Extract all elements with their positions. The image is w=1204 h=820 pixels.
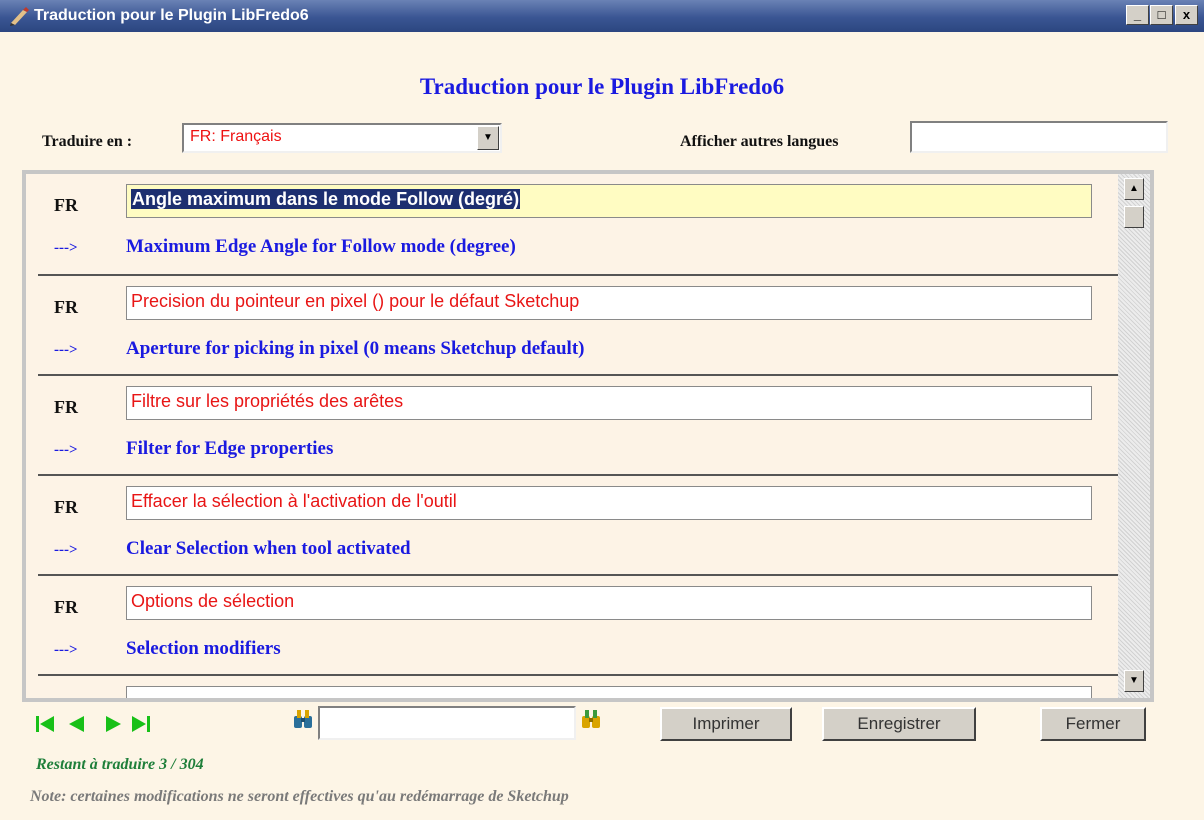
selected-text: Angle maximum dans le mode Follow (degré… (131, 189, 521, 209)
list-item: FR Effacer la sélection à l'activation d… (38, 474, 1118, 576)
enregistrer-button[interactable]: Enregistrer (822, 707, 976, 741)
page-title: Traduction pour le Plugin LibFredo6 (419, 74, 785, 99)
afficher-autres-langues-input[interactable] (910, 121, 1168, 153)
maximize-button[interactable]: □ (1150, 5, 1173, 25)
language-code: FR (54, 397, 78, 417)
chevron-down-icon[interactable]: ▼ (477, 126, 499, 150)
list-item (38, 674, 1118, 698)
binoculars-icon[interactable] (292, 708, 314, 730)
list-item: FR Filtre sur les propriétés des arêtes … (38, 374, 1118, 476)
window-title: Traduction pour le Plugin LibFredo6 (34, 7, 309, 24)
original-text: Aperture for picking in pixel (0 means S… (126, 338, 585, 359)
binoculars-icon[interactable] (580, 708, 602, 730)
list-item: FR Options de sélection ---> Selection m… (38, 574, 1118, 676)
close-button[interactable]: x (1175, 5, 1198, 25)
note-text: Note: certaines modifications ne seront … (30, 788, 569, 805)
afficher-label: Afficher autres langues (680, 133, 839, 150)
language-code: FR (54, 195, 78, 215)
language-code: FR (54, 497, 78, 517)
scrollbar[interactable]: ▲ ▼ (1118, 174, 1150, 698)
list-item: FR Precision du pointeur en pixel () pou… (38, 274, 1118, 376)
last-icon[interactable] (128, 714, 152, 734)
imprimer-button[interactable]: Imprimer (660, 707, 792, 741)
translation-input[interactable]: Effacer la sélection à l'activation de l… (126, 486, 1092, 520)
translation-input[interactable]: Angle maximum dans le mode Follow (degré… (126, 184, 1092, 218)
scroll-up-button[interactable]: ▲ (1124, 178, 1144, 200)
language-select-value: FR: Français (190, 128, 282, 145)
arrow-label: ---> (54, 240, 78, 256)
app-icon (10, 7, 29, 26)
next-icon[interactable] (102, 714, 126, 734)
list-item: FR Angle maximum dans le mode Follow (de… (38, 174, 1118, 274)
remaining-count: Restant à traduire 3 / 304 (36, 756, 204, 773)
arrow-label: ---> (54, 342, 78, 358)
search-input[interactable] (318, 706, 576, 740)
arrow-label: ---> (54, 442, 78, 458)
translation-input[interactable]: Precision du pointeur en pixel () pour l… (126, 286, 1092, 320)
arrow-label: ---> (54, 642, 78, 658)
title-bar: Traduction pour le Plugin LibFredo6 _ □ … (0, 0, 1204, 32)
first-icon[interactable] (34, 714, 58, 734)
scroll-thumb[interactable] (1124, 206, 1144, 228)
translation-input[interactable]: Filtre sur les propriétés des arêtes (126, 386, 1092, 420)
language-code: FR (54, 597, 78, 617)
translation-input[interactable] (126, 686, 1092, 698)
arrow-label: ---> (54, 542, 78, 558)
original-text: Filter for Edge properties (126, 438, 334, 459)
language-code: FR (54, 297, 78, 317)
translation-list: FR Angle maximum dans le mode Follow (de… (22, 170, 1154, 702)
original-text: Selection modifiers (126, 638, 281, 659)
previous-icon[interactable] (64, 714, 88, 734)
fermer-button[interactable]: Fermer (1040, 707, 1146, 741)
language-select[interactable]: FR: Français ▼ (182, 123, 502, 153)
scroll-down-button[interactable]: ▼ (1124, 670, 1144, 692)
translation-input[interactable]: Options de sélection (126, 586, 1092, 620)
original-text: Maximum Edge Angle for Follow mode (degr… (126, 236, 516, 257)
original-text: Clear Selection when tool activated (126, 538, 411, 559)
traduire-label: Traduire en : (42, 133, 133, 150)
minimize-button[interactable]: _ (1126, 5, 1149, 25)
